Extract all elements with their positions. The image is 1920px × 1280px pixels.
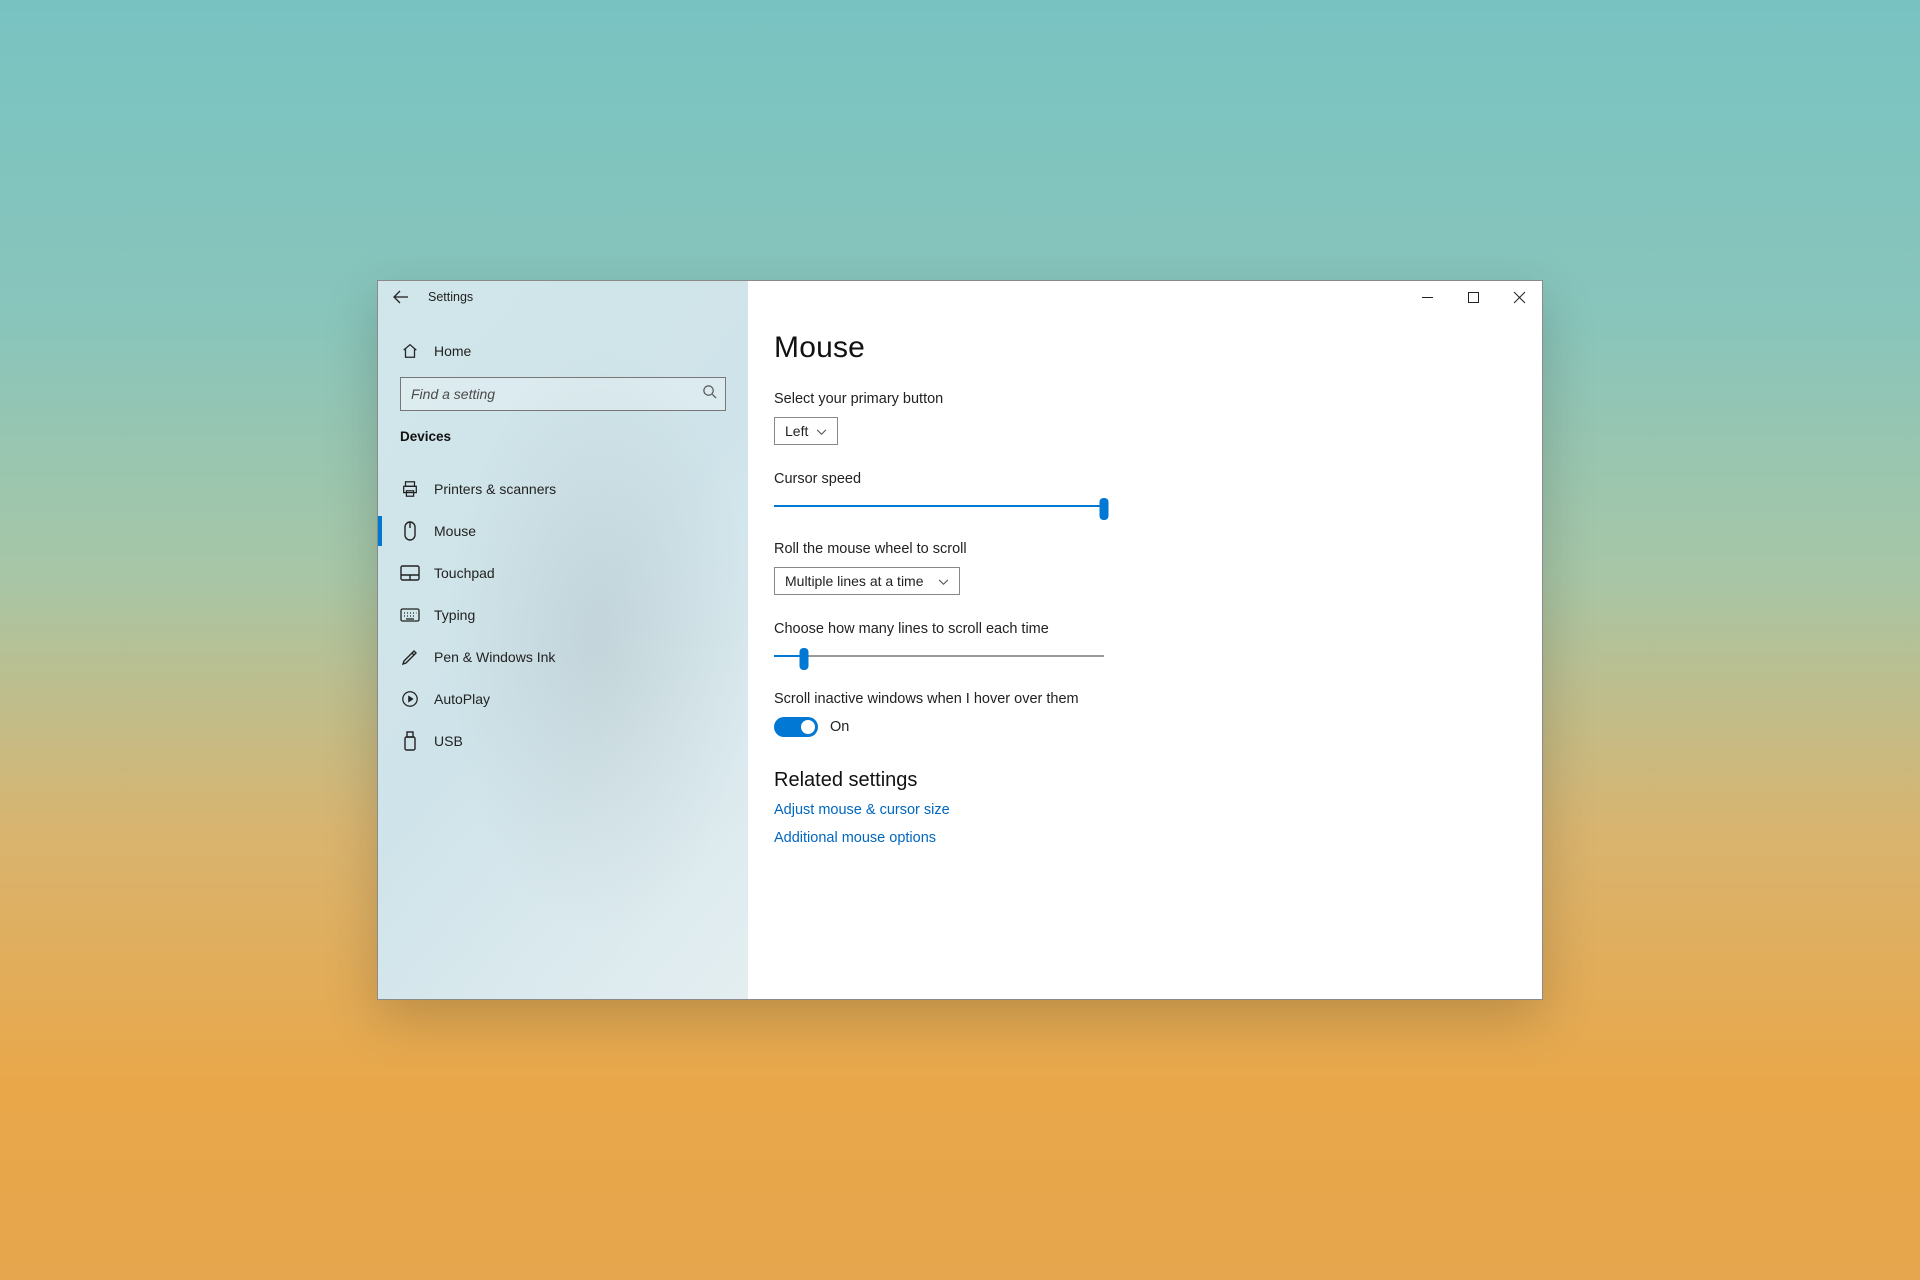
wheel-scroll-label: Roll the mouse wheel to scroll: [774, 541, 1114, 557]
sidebar-category-header: Devices: [384, 411, 748, 454]
cursor-speed-label: Cursor speed: [774, 471, 1114, 487]
sidebar-item-label: Touchpad: [434, 565, 495, 581]
keyboard-icon: [400, 608, 420, 622]
primary-button-value: Left: [785, 423, 808, 439]
cursor-speed-slider[interactable]: [774, 497, 1104, 515]
scroll-inactive-toggle[interactable]: [774, 717, 818, 737]
titlebar: Settings: [378, 281, 1542, 313]
chevron-down-icon: [938, 573, 949, 589]
window-controls: [1404, 281, 1542, 313]
touchpad-icon: [400, 565, 420, 581]
home-label: Home: [434, 343, 471, 359]
related-settings-header: Related settings: [774, 769, 1542, 792]
sidebar-item-home[interactable]: Home: [384, 331, 748, 371]
minimize-button[interactable]: [1404, 281, 1450, 313]
search-icon: [702, 384, 717, 404]
mouse-icon: [400, 521, 420, 541]
main-panel: Mouse Select your primary button Left Cu…: [748, 281, 1542, 999]
link-adjust-mouse-cursor-size[interactable]: Adjust mouse & cursor size: [774, 802, 1542, 818]
wheel-scroll-select[interactable]: Multiple lines at a time: [774, 567, 960, 595]
primary-button-select[interactable]: Left: [774, 417, 838, 445]
lines-scroll-label: Choose how many lines to scroll each tim…: [774, 621, 1114, 637]
sidebar-item-label: USB: [434, 733, 463, 749]
sidebar-nav: Printers & scanners Mouse: [384, 468, 748, 762]
sidebar-item-touchpad[interactable]: Touchpad: [384, 552, 748, 594]
window-title: Settings: [428, 290, 473, 304]
back-button[interactable]: [392, 288, 410, 306]
sidebar-item-mouse[interactable]: Mouse: [384, 510, 748, 552]
sidebar-item-label: Pen & Windows Ink: [434, 649, 555, 665]
usb-icon: [400, 731, 420, 751]
home-icon: [400, 342, 420, 360]
sidebar-item-label: AutoPlay: [434, 691, 490, 707]
wheel-scroll-value: Multiple lines at a time: [785, 573, 924, 589]
titlebar-left: Settings: [378, 288, 473, 306]
printer-icon: [400, 480, 420, 498]
sidebar-item-printers[interactable]: Printers & scanners: [384, 468, 748, 510]
slider-thumb[interactable]: [799, 648, 808, 670]
maximize-button[interactable]: [1450, 281, 1496, 313]
pen-icon: [400, 647, 420, 667]
related-settings: Related settings Adjust mouse & cursor s…: [774, 769, 1542, 846]
settings-window: Settings Home: [377, 280, 1543, 1000]
lines-scroll-slider[interactable]: [774, 647, 1104, 665]
autoplay-icon: [400, 690, 420, 708]
slider-track: [774, 655, 1104, 657]
sidebar-item-autoplay[interactable]: AutoPlay: [384, 678, 748, 720]
scroll-inactive-label: Scroll inactive windows when I hover ove…: [774, 691, 1114, 707]
sidebar: Home Devices: [378, 281, 748, 999]
slider-thumb[interactable]: [1100, 498, 1109, 520]
sidebar-item-label: Mouse: [434, 523, 476, 539]
search-input[interactable]: [411, 386, 702, 402]
scroll-inactive-state: On: [830, 719, 849, 735]
sidebar-item-typing[interactable]: Typing: [384, 594, 748, 636]
sidebar-item-label: Typing: [434, 607, 475, 623]
link-additional-mouse-options[interactable]: Additional mouse options: [774, 830, 1542, 846]
primary-button-label: Select your primary button: [774, 391, 1114, 407]
slider-fill: [774, 505, 1104, 507]
chevron-down-icon: [816, 423, 827, 439]
sidebar-item-pen[interactable]: Pen & Windows Ink: [384, 636, 748, 678]
toggle-knob: [801, 720, 815, 734]
search-input-container[interactable]: [400, 377, 726, 411]
close-button[interactable]: [1496, 281, 1542, 313]
sidebar-item-usb[interactable]: USB: [384, 720, 748, 762]
page-title: Mouse: [774, 331, 1542, 365]
sidebar-item-label: Printers & scanners: [434, 481, 556, 497]
